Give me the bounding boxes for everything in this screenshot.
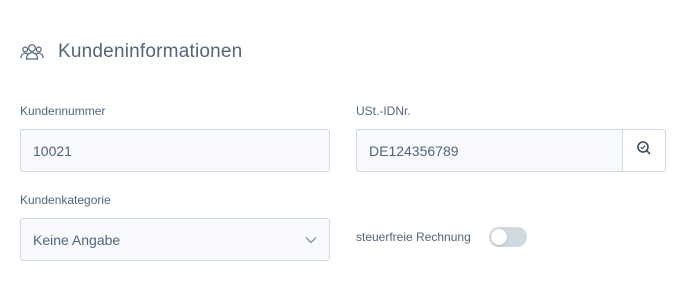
vat-id-search-button[interactable] bbox=[622, 130, 665, 171]
customer-number-label: Kundennummer bbox=[20, 104, 106, 118]
customer-category-label: Kundenkategorie bbox=[20, 193, 111, 207]
toggle-knob bbox=[490, 229, 507, 245]
vat-id-label: USt.-IDNr. bbox=[356, 104, 411, 118]
vat-id-field[interactable]: DE124356789 bbox=[356, 129, 666, 172]
customer-number-field[interactable]: 10021 bbox=[20, 129, 330, 172]
section-header: Kundeninformationen bbox=[20, 40, 242, 64]
users-icon bbox=[20, 40, 44, 64]
customer-info-card: Kundeninformationen Kundennummer 10021 U… bbox=[0, 0, 688, 300]
customer-category-select[interactable]: Keine Angabe bbox=[20, 218, 330, 261]
tax-free-invoice-label: steuerfreie Rechnung bbox=[356, 230, 471, 244]
vat-id-value: DE124356789 bbox=[369, 142, 459, 159]
section-title: Kundeninformationen bbox=[58, 41, 243, 62]
customer-category-value: Keine Angabe bbox=[33, 231, 121, 248]
customer-number-value: 10021 bbox=[33, 142, 72, 159]
tax-free-invoice-row: steuerfreie Rechnung bbox=[356, 227, 527, 247]
search-icon bbox=[636, 140, 652, 161]
chevron-down-icon bbox=[293, 219, 329, 260]
tax-free-invoice-toggle[interactable] bbox=[488, 227, 527, 247]
